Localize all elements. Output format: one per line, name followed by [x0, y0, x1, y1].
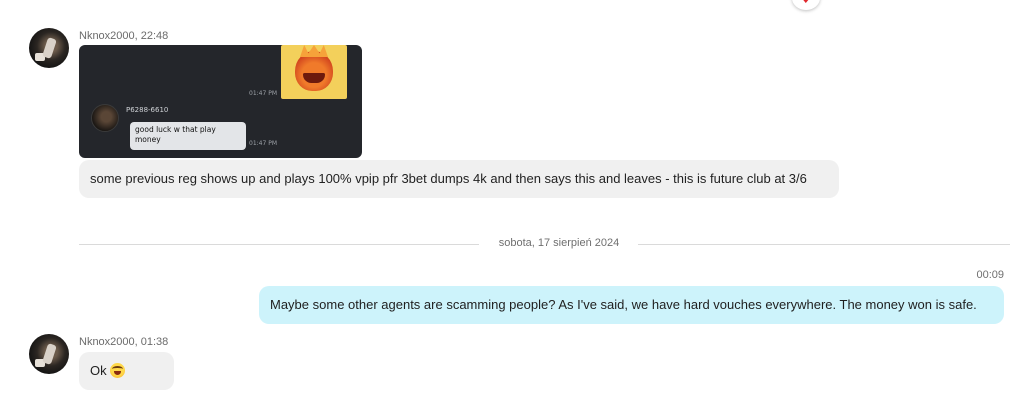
message-text: some previous reg shows up and plays 100…: [90, 171, 807, 186]
avatar[interactable]: [29, 334, 69, 374]
screenshot-user-name: P6288-6610: [126, 106, 169, 114]
sender-name-time: Nknox2000, 22:48: [79, 30, 169, 42]
message-text: Ok: [90, 363, 107, 378]
screenshot-time-top: 01:47 PM: [249, 90, 277, 97]
date-divider-line-left: [79, 244, 479, 245]
screenshot-avatar: [91, 104, 119, 132]
outgoing-message-time: 00:09: [976, 269, 1004, 281]
avatar[interactable]: [29, 28, 69, 68]
screenshot-message-bubble: good luck w that play money: [130, 122, 246, 150]
attached-screenshot[interactable]: 01:47 PM P6288-6610 good luck w that pla…: [79, 45, 362, 158]
message-text: Maybe some other agents are scamming peo…: [270, 297, 977, 312]
angry-sticker-image: [281, 45, 347, 99]
message-bubble-outgoing[interactable]: Maybe some other agents are scamming peo…: [259, 286, 1004, 324]
sender-name-time: Nknox2000, 01:38: [79, 336, 169, 348]
date-divider-line-right: [638, 244, 1010, 245]
date-divider-label: sobota, 17 sierpień 2024: [498, 237, 620, 249]
heart-reaction-icon[interactable]: [792, 0, 820, 10]
grinning-sweat-emoji-icon: [109, 363, 125, 378]
message-bubble-incoming[interactable]: some previous reg shows up and plays 100…: [79, 160, 839, 198]
screenshot-time-bottom: 01:47 PM: [249, 140, 277, 147]
message-bubble-incoming[interactable]: Ok: [79, 352, 174, 390]
